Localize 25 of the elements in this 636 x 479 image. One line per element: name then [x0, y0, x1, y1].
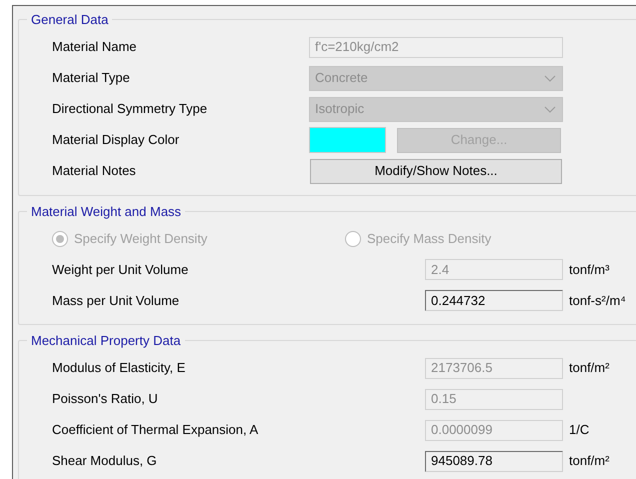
group-title: Material Weight and Mass	[30, 202, 182, 221]
field-label: Material Type	[52, 69, 131, 88]
unit-label: tonf/m³	[569, 260, 610, 279]
field-label: Coefficient of Thermal Expansion, A	[52, 421, 260, 440]
chevron-down-icon	[544, 106, 556, 112]
field-label: Weight per Unit Volume	[52, 260, 190, 279]
field-label: Material Display Color	[52, 131, 180, 150]
group-title: Mechanical Property Data	[30, 332, 182, 350]
field-label: Directional Symmetry Type	[52, 100, 208, 118]
field-label: Material Notes	[52, 162, 137, 180]
unit-label: tonf/m²	[569, 359, 610, 378]
input-field[interactable]: 0.244732	[425, 290, 563, 311]
unit-label: tonf-s²/m⁴	[569, 292, 626, 310]
unit-label: 1/C	[569, 421, 590, 440]
field-label: Poisson's Ratio, U	[52, 390, 159, 408]
notes-button[interactable]: Modify/Show Notes...	[310, 158, 562, 184]
input-field[interactable]: 945089.78	[425, 450, 563, 472]
unit-label: tonf/m²	[569, 452, 610, 470]
field-label: Shear Modulus, G	[52, 452, 158, 470]
color-swatch[interactable]	[309, 127, 386, 153]
field-label: Material Name	[52, 38, 138, 56]
group-title: General Data	[30, 11, 110, 29]
field-label: Modulus of Elasticity, E	[52, 359, 186, 378]
chevron-down-icon	[544, 74, 556, 82]
field-label: Mass per Unit Volume	[52, 292, 180, 310]
